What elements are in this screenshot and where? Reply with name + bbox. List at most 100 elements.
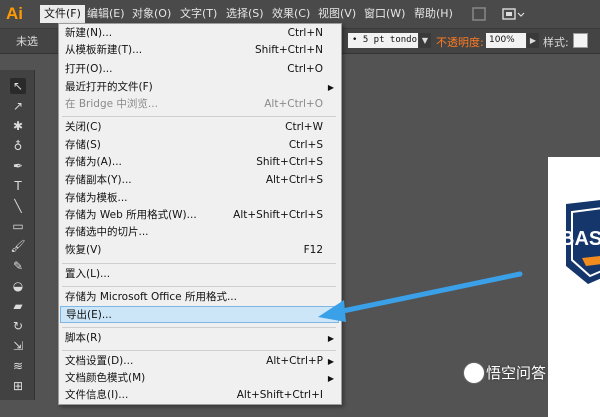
type-tool-icon[interactable]: T [10, 178, 26, 194]
style-label: 样式: [543, 36, 569, 49]
selection-tool-icon[interactable]: ↖ [10, 78, 26, 94]
menu-item-label: 存储为 Microsoft Office 所用格式... [65, 291, 237, 303]
menu-item-label: 新建(N)... [65, 27, 113, 39]
menu-item-label: 文档颜色模式(M) [65, 372, 146, 384]
menu-separator [62, 350, 336, 351]
brush-definition-field[interactable]: • 5 pt tondo [348, 33, 418, 48]
menu-item-label: 存储为(A)... [65, 156, 122, 168]
menu-item-label: 存储选中的切片... [65, 226, 149, 238]
menu-view[interactable]: 视图(V) [314, 5, 360, 23]
brush-dropdown-icon[interactable]: ▼ [419, 33, 431, 48]
menu-item-shortcut: Ctrl+S [288, 139, 323, 151]
menu-item-save[interactable]: 存储(S) Ctrl+S [60, 137, 339, 154]
menu-type[interactable]: 文字(T) [176, 5, 221, 23]
menu-edit[interactable]: 编辑(E) [83, 5, 129, 23]
menu-help[interactable]: 帮助(H) [410, 5, 457, 23]
warp-tool-icon[interactable]: ≋ [10, 358, 26, 374]
menu-item-document-setup[interactable]: 文档设置(D)... Alt+Ctrl+P ▶ [60, 353, 339, 370]
menu-separator [62, 327, 336, 328]
menu-item-open-recent[interactable]: 最近打开的文件(F) ▶ [60, 79, 339, 96]
menu-item-save-as-template[interactable]: 存储为模板... [60, 190, 339, 207]
menu-separator [62, 286, 336, 287]
opacity-dropdown-icon[interactable]: ▶ [527, 33, 539, 48]
menu-file[interactable]: 文件(F) [40, 5, 85, 23]
eraser-tool-icon[interactable]: ▰ [10, 298, 26, 314]
rectangle-tool-icon[interactable]: ▭ [10, 218, 26, 234]
file-menu: 新建(N)... Ctrl+N 从模板新建(T)... Shift+Ctrl+N 打… [58, 23, 342, 405]
menu-item-label: 文件信息(I)... [65, 389, 129, 401]
menu-item-shortcut: Alt+Ctrl+S [265, 174, 323, 186]
menu-item-shortcut: Ctrl+W [285, 121, 323, 133]
menu-item-label: 存储为 Web 所用格式(W)... [65, 209, 197, 221]
menu-item-label: 从模板新建(T)... [65, 44, 143, 56]
menu-item-shortcut: Alt+Ctrl+O [264, 98, 323, 110]
menu-item-browse-in-bridge: 在 Bridge 中浏览... Alt+Ctrl+O [60, 96, 339, 113]
menu-object[interactable]: 对象(O) [128, 5, 175, 23]
menu-item-shortcut: Ctrl+N [287, 27, 323, 39]
menu-separator [62, 263, 336, 264]
menu-item-new-from-template[interactable]: 从模板新建(T)... Shift+Ctrl+N [60, 42, 339, 59]
menu-item-label: 最近打开的文件(F) [65, 81, 153, 93]
submenu-arrow-icon: ▶ [327, 334, 334, 343]
menu-item-shortcut: F12 [303, 244, 323, 256]
menu-item-save-copy[interactable]: 存储副本(Y)... Alt+Ctrl+S [60, 172, 339, 189]
menu-item-label: 恢复(V) [65, 244, 102, 256]
menu-item-shortcut: Shift+Ctrl+N [255, 44, 323, 56]
menu-item-save-for-web[interactable]: 存储为 Web 所用格式(W)... Alt+Shift+Ctrl+S [60, 207, 339, 224]
menu-item-new[interactable]: 新建(N)... Ctrl+N [60, 25, 339, 42]
direct-selection-tool-icon[interactable]: ↗ [10, 98, 26, 114]
scale-tool-icon[interactable]: ⇲ [10, 338, 26, 354]
menu-item-shortcut: Ctrl+O [287, 63, 323, 75]
menu-item-label: 置入(L)... [65, 268, 111, 280]
menu-item-shortcut: Alt+Ctrl+P [266, 355, 323, 367]
line-tool-icon[interactable]: ╲ [10, 198, 26, 214]
menu-item-save-for-office[interactable]: 存储为 Microsoft Office 所用格式... [60, 289, 339, 306]
pen-tool-icon[interactable]: ✒ [10, 158, 26, 174]
menu-item-label: 在 Bridge 中浏览... [65, 98, 158, 110]
rotate-tool-icon[interactable]: ↻ [10, 318, 26, 334]
opacity-label[interactable]: 不透明度: [436, 34, 484, 50]
menu-window[interactable]: 窗口(W) [360, 5, 409, 23]
pencil-tool-icon[interactable]: ✎ [10, 258, 26, 274]
magic-wand-tool-icon[interactable]: ✱ [10, 118, 26, 134]
paintbrush-tool-icon[interactable]: 🖌 [10, 238, 26, 254]
tools-panel: ↖ ↗ ✱ ♁ ✒ T ╲ ▭ 🖌 ✎ ◒ ▰ ↻ ⇲ ≋ ⊞ [0, 70, 35, 400]
menu-effect[interactable]: 效果(C) [268, 5, 314, 23]
menu-item-revert[interactable]: 恢复(V) F12 [60, 242, 339, 259]
menu-item-open[interactable]: 打开(O)... Ctrl+O [60, 61, 339, 78]
menu-separator [62, 116, 336, 117]
submenu-arrow-icon: ▶ [327, 357, 334, 366]
submenu-arrow-icon: ▶ [327, 374, 334, 383]
menu-item-scripts[interactable]: 脚本(R) ▶ [60, 330, 339, 347]
menu-item-label: 文档设置(D)... [65, 355, 134, 367]
menu-item-shortcut: Alt+Shift+Ctrl+I [236, 389, 323, 401]
menu-item-file-info[interactable]: 文件信息(I)... Alt+Shift+Ctrl+I [60, 387, 339, 404]
watermark-logo-icon [463, 362, 485, 384]
free-transform-tool-icon[interactable]: ⊞ [10, 378, 26, 394]
bridge-icon[interactable] [472, 6, 486, 22]
menu-item-save-selected-slices[interactable]: 存储选中的切片... [60, 224, 339, 241]
app-logo: Ai [6, 4, 23, 23]
arrange-documents-icon[interactable] [502, 6, 526, 22]
menu-item-label: 存储为模板... [65, 192, 128, 204]
lasso-tool-icon[interactable]: ♁ [10, 138, 26, 154]
opacity-field[interactable]: 100% [486, 33, 526, 48]
menu-item-label: 存储副本(Y)... [65, 174, 132, 186]
menu-item-label: 存储(S) [65, 139, 101, 151]
menu-item-export[interactable]: 导出(E)... [60, 306, 339, 323]
logo-text: BAS [560, 228, 600, 250]
menu-item-place[interactable]: 置入(L)... [60, 266, 339, 283]
menu-item-label: 关闭(C) [65, 121, 102, 133]
style-swatch[interactable] [573, 33, 588, 48]
submenu-arrow-icon: ▶ [327, 83, 334, 92]
menu-item-label: 脚本(R) [65, 332, 102, 344]
menu-item-document-color-mode[interactable]: 文档颜色模式(M) ▶ [60, 370, 339, 387]
selection-status: 未选 [16, 35, 38, 48]
menu-item-save-as[interactable]: 存储为(A)... Shift+Ctrl+S [60, 154, 339, 171]
menu-item-shortcut: Alt+Shift+Ctrl+S [233, 209, 323, 221]
menu-select[interactable]: 选择(S) [222, 5, 268, 23]
menu-item-close[interactable]: 关闭(C) Ctrl+W [60, 119, 339, 136]
watermark-text: 悟空问答 [486, 364, 547, 382]
menu-item-label: 导出(E)... [66, 309, 112, 321]
blob-brush-tool-icon[interactable]: ◒ [10, 278, 26, 294]
